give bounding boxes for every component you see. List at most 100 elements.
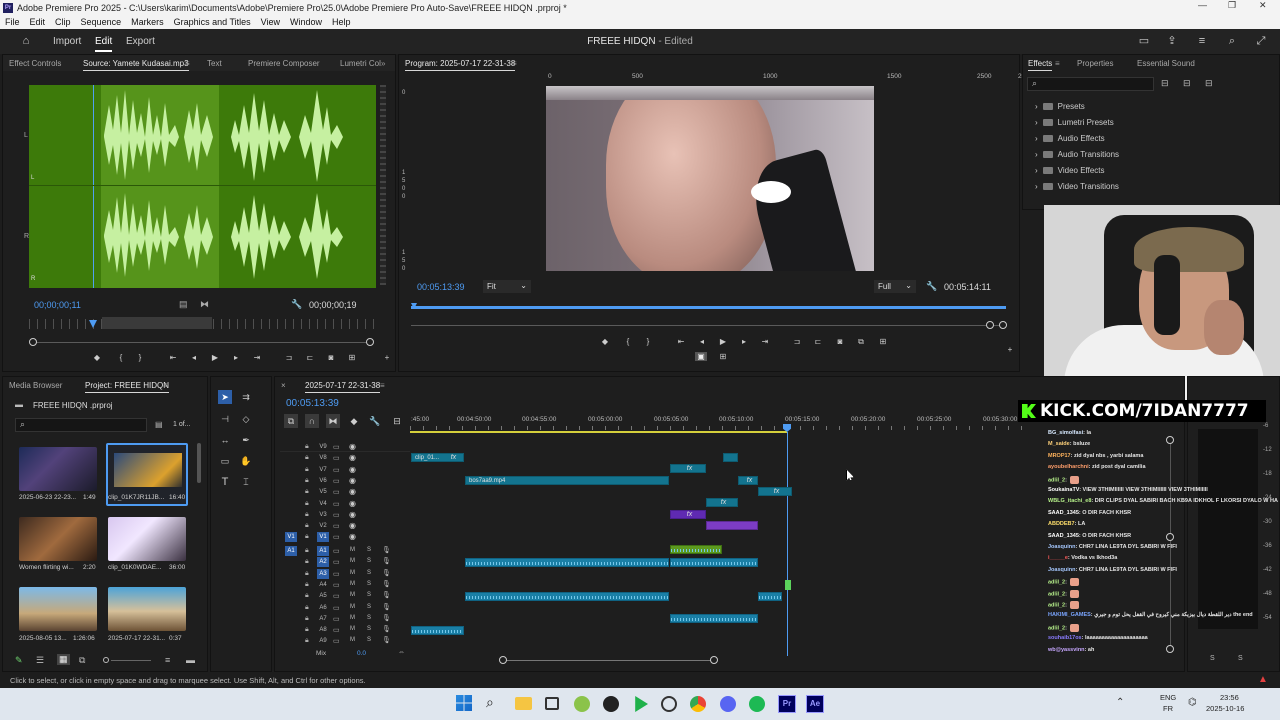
effects-item-video-transitions[interactable]: › Video Transitions	[1035, 182, 1119, 191]
wrench-icon[interactable]: 🔧	[291, 299, 302, 310]
freeform-view-icon[interactable]: ⧉	[79, 655, 85, 666]
effects-item-audio-transitions[interactable]: › Audio Transitions	[1035, 150, 1119, 159]
program-zoom-handle-left[interactable]	[986, 321, 994, 329]
lock-icon[interactable]: 🔒︎	[305, 454, 309, 462]
mute-button[interactable]: M	[350, 581, 355, 587]
clip-a7[interactable]	[670, 614, 758, 623]
track-select-icon[interactable]: ⇉	[239, 390, 253, 404]
icon-view-icon[interactable]: ▦	[57, 654, 70, 665]
app-icon-green[interactable]	[574, 696, 590, 712]
play-icon[interactable]: ▶	[717, 337, 729, 346]
hand-tool-icon[interactable]: ✋	[239, 454, 253, 468]
minimize-icon[interactable]: —	[1198, 0, 1207, 10]
search-icon[interactable]: ⌕	[1226, 35, 1238, 47]
mark-in-icon[interactable]: {	[115, 353, 127, 362]
close-sequence-icon[interactable]: ×	[281, 381, 286, 390]
project-search-input[interactable]: ⌕	[15, 418, 147, 432]
insert-icon[interactable]: ⊐	[283, 353, 295, 362]
list-view-icon[interactable]: ☰	[36, 655, 44, 666]
solo-button[interactable]: S	[367, 637, 371, 643]
microphone-icon[interactable]: 🎙︎	[382, 546, 391, 554]
add-marker-icon[interactable]: ◆	[91, 353, 103, 362]
add-button-icon[interactable]: +	[1004, 345, 1016, 354]
menu-markers[interactable]: Markers	[126, 17, 169, 27]
project-thumb-4[interactable]	[19, 587, 97, 631]
solo-button[interactable]: S	[367, 547, 371, 553]
premiere-taskbar-icon[interactable]: Pr	[778, 695, 796, 713]
effects-item-presets[interactable]: › Presets	[1035, 102, 1085, 111]
chevron-up-icon[interactable]: ⌃	[1116, 697, 1124, 708]
add-marker-icon[interactable]: ◆	[599, 337, 611, 346]
after-effects-taskbar-icon[interactable]: Ae	[806, 695, 824, 713]
solo-button[interactable]: S	[367, 626, 371, 632]
clip-v6-bos7aa9[interactable]: bos7aa9.mp4	[465, 476, 669, 485]
add-button-icon[interactable]: +	[381, 353, 393, 362]
program-menu-icon[interactable]: ≡	[512, 59, 517, 68]
solo-button[interactable]: S	[367, 558, 371, 564]
menu-view[interactable]: View	[256, 17, 285, 27]
lift-icon[interactable]: ⊐	[791, 337, 803, 346]
zoom-slider-handle[interactable]	[103, 657, 109, 663]
project-thumb-0[interactable]	[19, 447, 97, 491]
settings-icon[interactable]: ▤	[179, 299, 188, 310]
step-back-icon[interactable]: ◂	[188, 353, 200, 362]
mute-button[interactable]: M	[350, 547, 355, 553]
track-label[interactable]: A2	[317, 557, 329, 568]
warning-icon[interactable]: ▲	[1258, 674, 1268, 685]
lock-icon[interactable]: 🔒︎	[305, 547, 309, 555]
meter-solo-right[interactable]: S	[1238, 655, 1243, 662]
button-editor-icon[interactable]: ⊞	[346, 353, 358, 362]
clip-v8-clip01[interactable]: clip_01... fx	[411, 453, 464, 462]
step-forward-icon[interactable]: ▸	[738, 337, 750, 346]
razor-icon[interactable]: ◇	[239, 412, 253, 426]
effects-menu-icon[interactable]: ≡	[1055, 59, 1060, 68]
lock-icon[interactable]: 🔒︎	[305, 522, 309, 530]
menu-sequence[interactable]: Sequence	[76, 17, 127, 27]
sync-icon[interactable]: ▭	[333, 511, 340, 519]
lock-icon[interactable]: 🔒︎	[305, 488, 309, 496]
safe-margins-icon[interactable]: ⊞	[717, 352, 729, 361]
project-thumb-5[interactable]	[108, 587, 186, 631]
workspace-icon[interactable]: ▭	[1138, 35, 1150, 47]
tab-essential-sound[interactable]: Essential Sound	[1137, 59, 1195, 68]
go-to-in-icon[interactable]: ⇤	[167, 353, 179, 362]
clip-v7[interactable]: fx	[670, 464, 706, 473]
comparison-view-icon[interactable]: ⧉	[855, 337, 867, 347]
fit-dropdown[interactable]: Fit ⌄	[483, 280, 531, 293]
pencil-icon[interactable]: ✎	[15, 655, 23, 666]
share-icon[interactable]: ⇪	[1166, 35, 1178, 47]
slip-tool-icon[interactable]: ↔	[218, 433, 232, 447]
go-to-out-icon[interactable]: ⇥	[759, 337, 771, 346]
mute-button[interactable]: M	[350, 626, 355, 632]
program-timecode[interactable]: 00:05:13:39	[417, 282, 465, 292]
windows-start-icon[interactable]	[456, 695, 472, 711]
menu-window[interactable]: Window	[285, 17, 327, 27]
sync-icon[interactable]: ▭	[333, 558, 340, 566]
track-label[interactable]: A1	[317, 546, 329, 556]
project-thumb-2[interactable]	[19, 517, 97, 561]
track-label[interactable]: V7	[317, 465, 329, 475]
mark-out-icon[interactable]: }	[642, 337, 654, 346]
ripple-edit-icon[interactable]: ⊣	[218, 412, 232, 426]
track-label[interactable]: A7	[317, 614, 329, 624]
sort-icon[interactable]: ≡	[165, 655, 170, 665]
captions-icon[interactable]: ⊟	[390, 414, 404, 428]
source-vertical-zoom[interactable]	[380, 85, 386, 285]
export-frame-icon[interactable]: ◙	[834, 337, 846, 346]
mute-button[interactable]: M	[350, 615, 355, 621]
track-label[interactable]: V4	[317, 499, 329, 509]
tab-source[interactable]: Source: Yamete Kudasai.mp3	[83, 59, 189, 71]
track-label[interactable]: V6	[317, 476, 329, 486]
clip-v2[interactable]	[706, 521, 758, 530]
effects-item-audio-effects[interactable]: › Audio Effects	[1035, 134, 1105, 143]
microphone-icon[interactable]: 🎙︎	[382, 591, 391, 599]
microphone-icon[interactable]: 🎙︎	[382, 614, 391, 622]
sync-icon[interactable]: ▭	[333, 522, 340, 530]
lock-icon[interactable]: 🔒︎	[305, 477, 309, 485]
track-label[interactable]: A4	[317, 580, 329, 590]
timeline-hscroll-right[interactable]	[710, 656, 718, 664]
source-zoom-bar[interactable]	[33, 342, 373, 343]
project-menu-icon[interactable]: ≡	[163, 381, 168, 390]
lock-icon[interactable]: 🔒︎	[305, 500, 309, 508]
sync-icon[interactable]: ▭	[333, 615, 340, 623]
